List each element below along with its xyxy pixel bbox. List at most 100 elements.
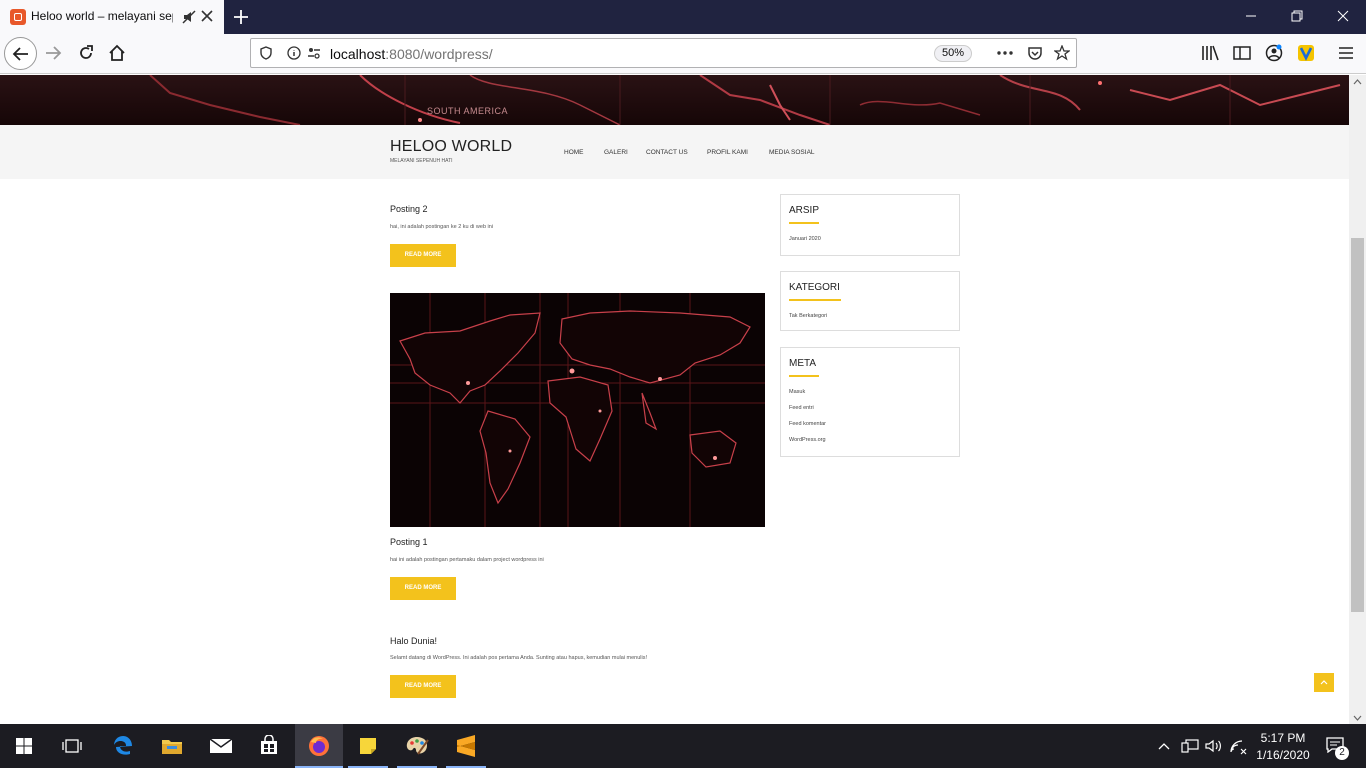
extension-v-icon[interactable]: [1297, 44, 1315, 62]
menu-item-profil-kami[interactable]: PROFIL KAMI: [707, 149, 748, 156]
browser-tab-strip: Heloo world – melayani sepenuh hati: [0, 0, 1366, 34]
notification-count-badge: 2: [1335, 746, 1349, 760]
firefox-icon: [309, 736, 329, 756]
library-icon[interactable]: [1201, 45, 1219, 61]
widget-arsip: ARSIP Januari 2020: [780, 194, 960, 256]
sticky-notes-icon: [360, 738, 376, 754]
widget-title-underline: [789, 375, 819, 377]
minimize-icon[interactable]: [1245, 10, 1257, 22]
widget-link[interactable]: Feed komentar: [789, 421, 826, 427]
widget-title: KATEGORI: [789, 282, 840, 293]
scroll-down-arrow-icon[interactable]: [1353, 715, 1362, 721]
post-excerpt: Selamt datang di WordPress. Ini adalah p…: [390, 655, 648, 661]
post-title[interactable]: Halo Dunia!: [390, 636, 437, 646]
taskbar-sticky-notes[interactable]: [344, 724, 392, 768]
tab-close-icon[interactable]: [201, 10, 213, 22]
edge-browser-icon: [114, 736, 132, 755]
widget-link[interactable]: Tak Berkategori: [789, 313, 827, 319]
chevron-up-icon: [1320, 680, 1328, 685]
hero-map-graphic: [0, 75, 1349, 125]
site-description: MELAYANI SEPENUH HATI: [390, 158, 453, 164]
browser-tab-active[interactable]: Heloo world – melayani sepenuh hati: [0, 0, 224, 34]
action-center-button[interactable]: 2: [1318, 724, 1366, 768]
sublime-text-icon: [457, 735, 475, 757]
site-info-icon[interactable]: [287, 46, 301, 60]
widget-link[interactable]: Januari 2020: [789, 236, 821, 242]
taskbar-file-explorer[interactable]: [148, 724, 196, 768]
window-close-icon[interactable]: [1337, 10, 1349, 22]
taskbar-sublime-text[interactable]: [442, 724, 490, 768]
back-to-top-button[interactable]: [1314, 673, 1334, 692]
task-view-button[interactable]: [48, 724, 96, 768]
site-title[interactable]: HELOO WORLD: [390, 138, 512, 156]
taskbar-paint[interactable]: [393, 724, 441, 768]
scrollbar-thumb[interactable]: [1351, 238, 1364, 612]
taskbar-mail[interactable]: [197, 724, 245, 768]
widget-link[interactable]: Masuk: [789, 389, 805, 395]
tracking-shield-icon[interactable]: [259, 46, 273, 60]
show-hidden-icons-chevron-icon[interactable]: [1158, 742, 1170, 750]
windows-logo-icon: [16, 738, 32, 754]
page-actions-icon[interactable]: [996, 47, 1014, 59]
post-title[interactable]: Posting 2: [390, 204, 428, 214]
start-button[interactable]: [0, 724, 48, 768]
mail-icon: [209, 738, 233, 753]
menu-item-media-sosial[interactable]: MEDIA SOSIAL: [769, 149, 815, 156]
sidebar-toggle-icon[interactable]: [1233, 45, 1251, 61]
forward-arrow-icon[interactable]: [44, 44, 62, 62]
bookmark-star-icon[interactable]: [1054, 45, 1070, 61]
taskbar-edge[interactable]: [99, 724, 147, 768]
hero-map-label: SOUTH AMERICA: [427, 106, 509, 116]
taskbar-clock[interactable]: 5:17 PM 1/16/2020: [1252, 730, 1314, 764]
menu-item-contact-us[interactable]: CONTACT US: [646, 149, 688, 156]
reload-icon[interactable]: [77, 44, 95, 62]
store-bag-icon: [261, 735, 277, 754]
volume-icon[interactable]: [1205, 739, 1223, 753]
read-more-button[interactable]: READ MORE: [390, 244, 456, 267]
hamburger-menu-icon[interactable]: [1338, 45, 1354, 61]
home-icon[interactable]: [108, 44, 126, 62]
widget-meta: META Masuk Feed entri Feed komentar Word…: [780, 347, 960, 457]
header-hero-image: SOUTH AMERICA: [0, 75, 1349, 125]
task-view-icon: [62, 739, 82, 753]
clock-date: 1/16/2020: [1256, 748, 1310, 762]
permissions-icon[interactable]: [307, 46, 321, 60]
back-arrow-icon: [12, 47, 28, 61]
zoom-level-button[interactable]: 50%: [934, 45, 972, 62]
wifi-icon[interactable]: [1229, 739, 1247, 755]
world-map-image: [390, 293, 765, 527]
paint-palette-icon: [406, 737, 429, 755]
post-excerpt: hai ini adalah postingan pertamaku dalam…: [390, 557, 544, 563]
menu-item-galeri[interactable]: GALERI: [604, 149, 628, 156]
post-title[interactable]: Posting 1: [390, 537, 428, 547]
restore-icon[interactable]: [1291, 10, 1303, 22]
widget-kategori: KATEGORI Tak Berkategori: [780, 271, 960, 331]
xampp-favicon-icon: [10, 9, 26, 25]
widget-title-underline: [789, 299, 841, 301]
read-more-button[interactable]: READ MORE: [390, 675, 456, 698]
scroll-up-arrow-icon[interactable]: [1353, 79, 1362, 85]
post-featured-image[interactable]: [390, 293, 765, 527]
account-icon[interactable]: [1265, 44, 1283, 62]
url-text[interactable]: localhost:8080/wordpress/: [330, 46, 493, 62]
network-ethernet-icon[interactable]: [1181, 739, 1199, 753]
site-header: HELOO WORLD MELAYANI SEPENUH HATI HOME G…: [0, 125, 1349, 179]
web-page: SOUTH AMERICA HELOO WORLD MELAYANI SEPEN…: [0, 75, 1366, 724]
url-bar[interactable]: localhost:8080/wordpress/ 50%: [250, 38, 1077, 68]
widget-link[interactable]: WordPress.org: [789, 437, 826, 443]
pocket-icon[interactable]: [1027, 45, 1043, 61]
taskbar-store[interactable]: [245, 724, 293, 768]
windows-taskbar: 5:17 PM 1/16/2020 2: [0, 724, 1366, 768]
tab-mute-icon[interactable]: [182, 10, 196, 24]
file-explorer-icon: [162, 740, 182, 754]
menu-item-home[interactable]: HOME: [564, 149, 584, 156]
widget-title: META: [789, 358, 817, 369]
widget-title-underline: [789, 222, 819, 224]
read-more-button[interactable]: READ MORE: [390, 577, 456, 600]
taskbar-firefox[interactable]: [295, 724, 343, 768]
clock-time: 5:17 PM: [1260, 731, 1306, 745]
back-button[interactable]: [4, 37, 37, 70]
browser-navigation-bar: localhost:8080/wordpress/ 50%: [0, 34, 1366, 74]
widget-link[interactable]: Feed entri: [789, 405, 814, 411]
new-tab-icon[interactable]: [232, 8, 250, 26]
